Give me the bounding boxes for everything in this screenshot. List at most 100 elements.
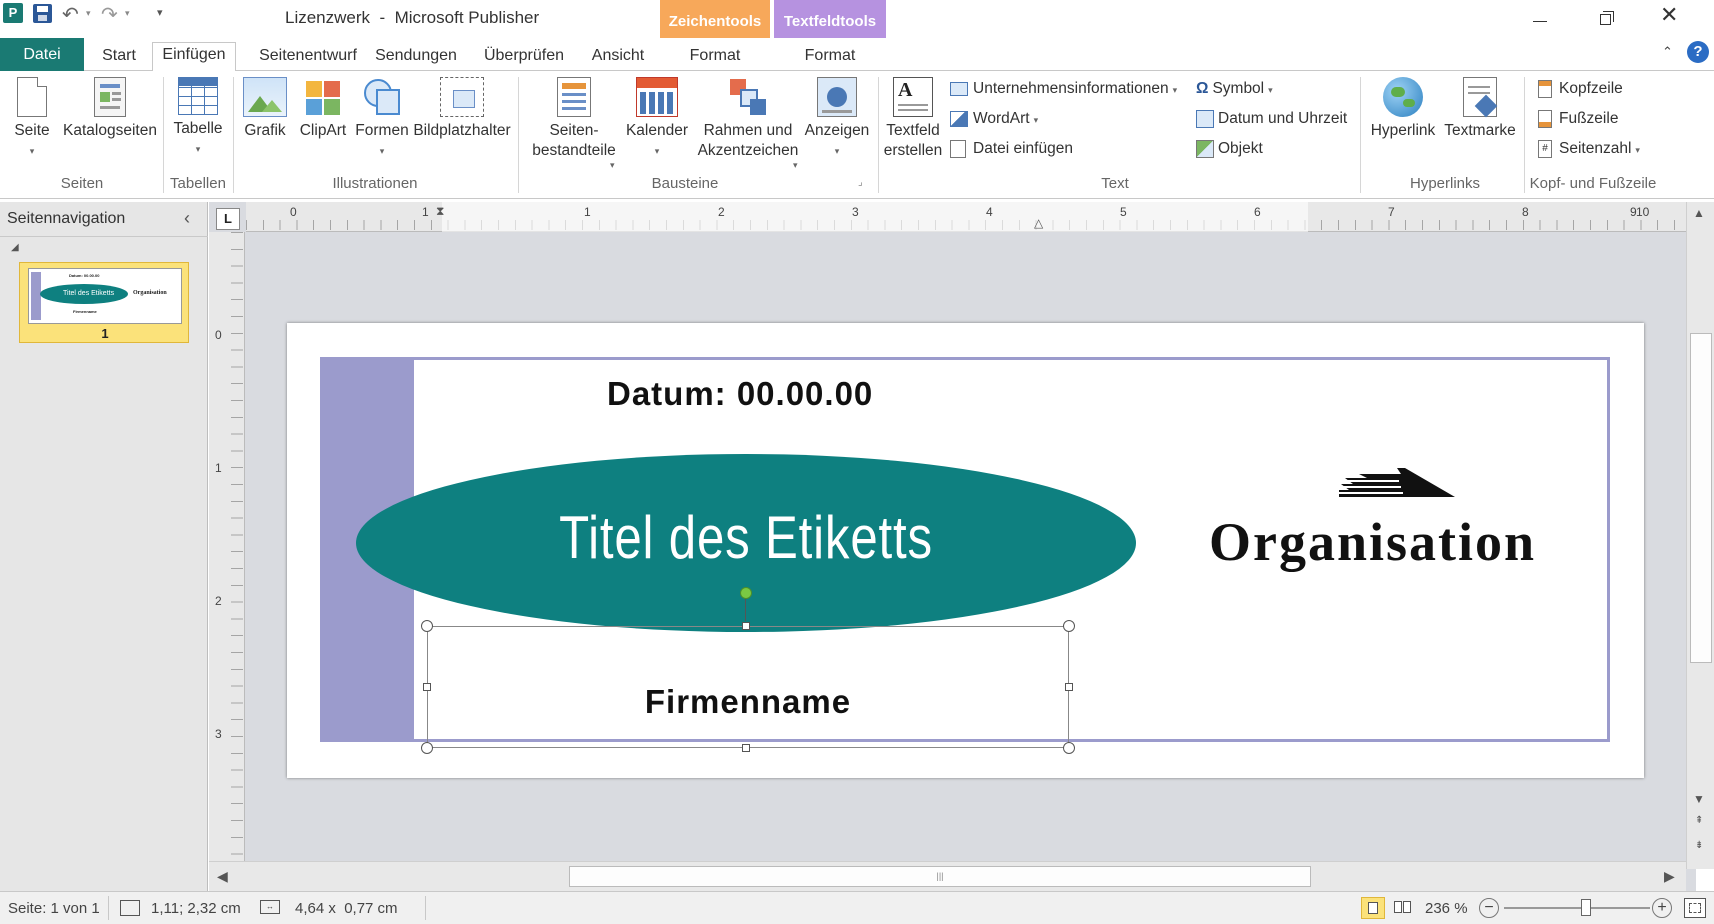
horizontal-ruler[interactable]: 0 1 1 2 3 4 5 6 7 8 9 10 ⧗ △ bbox=[246, 202, 1686, 232]
scroll-down-icon[interactable]: ▼ bbox=[1693, 792, 1705, 806]
previous-page-icon[interactable]: ⇞ bbox=[1695, 815, 1703, 826]
rotation-handle[interactable] bbox=[740, 587, 752, 599]
group-label-seiten: Seiten bbox=[60, 175, 104, 192]
page-thumbnail[interactable]: Datum: 00.00.00 Titel des Etiketts Organ… bbox=[19, 262, 189, 343]
tab-ansicht[interactable]: Ansicht bbox=[588, 44, 648, 71]
page-indicator[interactable]: Seite: 1 von 1 bbox=[8, 900, 100, 917]
zoom-out-button[interactable]: − bbox=[1479, 898, 1499, 918]
scroll-up-icon[interactable]: ▲ bbox=[1693, 206, 1705, 220]
seitenzahl-button[interactable]: # Seitenzahl ▾ bbox=[1538, 139, 1640, 160]
save-icon[interactable] bbox=[33, 4, 52, 23]
scroll-right-icon[interactable]: ▶ bbox=[1664, 868, 1675, 885]
catalog-pages-icon bbox=[94, 77, 126, 117]
rahmen-dropdown-icon[interactable]: ▾ bbox=[793, 155, 798, 175]
seite-button[interactable]: Seite ▾ bbox=[8, 75, 56, 161]
kalender-button[interactable]: Kalender ▾ bbox=[624, 75, 690, 161]
seitenbestandteile-button[interactable]: Seiten- bestandteile bbox=[522, 75, 626, 161]
right-indent-marker-icon[interactable]: △ bbox=[1034, 216, 1043, 230]
zoom-level[interactable]: 236 % bbox=[1425, 900, 1468, 917]
organization-logo-icon bbox=[1339, 466, 1459, 498]
close-button[interactable]: ✕ bbox=[1660, 2, 1678, 28]
redo-icon[interactable]: ↷ bbox=[101, 2, 118, 27]
resize-handle[interactable] bbox=[1063, 742, 1075, 754]
label-title[interactable]: Titel des Etiketts bbox=[426, 503, 1066, 572]
vertical-scrollbar[interactable]: ▲ ▼ ⇞ ⇟ bbox=[1686, 202, 1714, 869]
grafik-button[interactable]: Grafik bbox=[238, 75, 292, 141]
seitenbestandteile-dropdown-icon[interactable]: ▾ bbox=[610, 155, 615, 175]
organization-name[interactable]: Organisation bbox=[1209, 511, 1536, 573]
horizontal-scroll-thumb[interactable]: ||| bbox=[569, 866, 1311, 887]
date-text[interactable]: Datum: 00.00.00 bbox=[607, 375, 873, 413]
restore-button[interactable] bbox=[1590, 4, 1620, 32]
status-bar: Seite: 1 von 1 1,11; 2,32 cm ↔ 4,64 x 0,… bbox=[0, 891, 1714, 924]
fusszeile-button[interactable]: Fußzeile bbox=[1538, 109, 1618, 129]
tab-seitenentwurf[interactable]: Seitenentwurf bbox=[248, 44, 368, 71]
vertical-ruler[interactable]: 0 1 2 3 bbox=[209, 232, 245, 869]
tab-format-zeichentools[interactable]: Format bbox=[664, 44, 766, 71]
context-header-textfeldtools: Textfeldtools bbox=[774, 0, 886, 38]
indent-marker-icon[interactable]: ⧗ bbox=[436, 204, 444, 219]
tab-sendungen[interactable]: Sendungen bbox=[373, 44, 459, 71]
fit-page-icon[interactable] bbox=[1684, 898, 1706, 918]
resize-handle[interactable] bbox=[1063, 620, 1075, 632]
clipart-button[interactable]: ClipArt bbox=[296, 75, 350, 141]
unternehmensinformationen-button[interactable]: Unternehmensinformationen ▾ bbox=[950, 79, 1177, 100]
textmarke-button[interactable]: Textmarke bbox=[1440, 75, 1520, 141]
bausteine-dialog-launcher-icon[interactable]: ⌟ bbox=[858, 177, 863, 188]
customize-quick-access-icon[interactable]: ▾ bbox=[157, 6, 163, 19]
formen-button[interactable]: Formen ▾ bbox=[352, 75, 412, 161]
textfeld-erstellen-button[interactable]: A Textfeld erstellen bbox=[880, 75, 946, 161]
minimize-button[interactable] bbox=[1525, 4, 1555, 32]
tabelle-button[interactable]: Tabelle ▾ bbox=[168, 75, 228, 159]
zoom-in-button[interactable]: + bbox=[1652, 898, 1672, 918]
ruler-corner-tab-selector[interactable]: L bbox=[216, 208, 240, 230]
help-icon[interactable]: ? bbox=[1687, 41, 1709, 63]
single-page-view-icon[interactable] bbox=[1361, 897, 1385, 919]
symbol-button[interactable]: Ω Symbol ▾ bbox=[1196, 79, 1273, 100]
wordart-icon bbox=[950, 110, 968, 127]
minimize-ribbon-icon[interactable]: ⌃ bbox=[1662, 44, 1673, 60]
next-page-icon[interactable]: ⇟ bbox=[1695, 840, 1703, 851]
publisher-app-icon[interactable]: P bbox=[3, 3, 23, 23]
undo-dropdown-icon[interactable]: ▾ bbox=[86, 8, 91, 19]
anzeigen-button[interactable]: Anzeigen ▾ bbox=[802, 75, 872, 161]
tab-datei[interactable]: Datei bbox=[0, 38, 84, 71]
rahmen-akzentzeichen-button[interactable]: Rahmen und Akzentzeichen bbox=[694, 75, 802, 161]
scroll-left-icon[interactable]: ◀ bbox=[217, 868, 228, 885]
collapse-pane-icon[interactable]: ‹ bbox=[184, 208, 190, 229]
katalogseiten-button[interactable]: Katalogseiten bbox=[62, 75, 158, 141]
vertical-scroll-thumb[interactable] bbox=[1690, 333, 1712, 663]
bookmark-icon bbox=[1463, 77, 1498, 118]
picture-icon bbox=[243, 77, 287, 117]
zoom-slider[interactable] bbox=[1504, 907, 1650, 909]
resize-handle[interactable] bbox=[423, 683, 431, 691]
tab-start[interactable]: Start bbox=[96, 44, 142, 71]
table-icon bbox=[178, 77, 218, 115]
kopfzeile-button[interactable]: Kopfzeile bbox=[1538, 79, 1623, 99]
resize-handle[interactable] bbox=[742, 622, 750, 630]
wordart-button[interactable]: WordArt ▾ bbox=[950, 109, 1038, 130]
resize-handle[interactable] bbox=[1065, 683, 1073, 691]
resize-handle[interactable] bbox=[421, 742, 433, 754]
group-label-hyperlinks: Hyperlinks bbox=[1409, 175, 1481, 192]
objekt-button[interactable]: Objekt bbox=[1196, 139, 1263, 159]
redo-dropdown-icon[interactable]: ▾ bbox=[125, 8, 130, 19]
tab-einfuegen[interactable]: Einfügen bbox=[152, 42, 236, 72]
company-name[interactable]: Firmenname bbox=[427, 683, 1069, 721]
bildplatzhalter-button[interactable]: Bildplatzhalter bbox=[412, 75, 512, 141]
tab-ueberpruefen[interactable]: Überprüfen bbox=[480, 44, 568, 71]
group-label-text: Text bbox=[1101, 175, 1129, 192]
hyperlink-button[interactable]: Hyperlink bbox=[1366, 75, 1440, 141]
horizontal-scrollbar[interactable]: ◀ ||| ▶ bbox=[209, 861, 1686, 891]
resize-handle[interactable] bbox=[742, 744, 750, 752]
group-label-bausteine: Bausteine bbox=[651, 175, 719, 192]
publication-page[interactable]: Datum: 00.00.00 Titel des Etiketts Organ… bbox=[287, 323, 1644, 778]
datum-uhrzeit-button[interactable]: Datum und Uhrzeit bbox=[1196, 109, 1347, 129]
two-page-view-icon[interactable] bbox=[1391, 897, 1415, 919]
section-expand-icon[interactable]: ◢ bbox=[11, 242, 19, 253]
undo-icon[interactable]: ↶ bbox=[62, 2, 79, 27]
tab-format-textfeldtools[interactable]: Format bbox=[778, 44, 882, 71]
datei-einfuegen-button[interactable]: Datei einfügen bbox=[950, 139, 1073, 159]
zoom-slider-thumb[interactable] bbox=[1580, 899, 1591, 916]
resize-handle[interactable] bbox=[421, 620, 433, 632]
